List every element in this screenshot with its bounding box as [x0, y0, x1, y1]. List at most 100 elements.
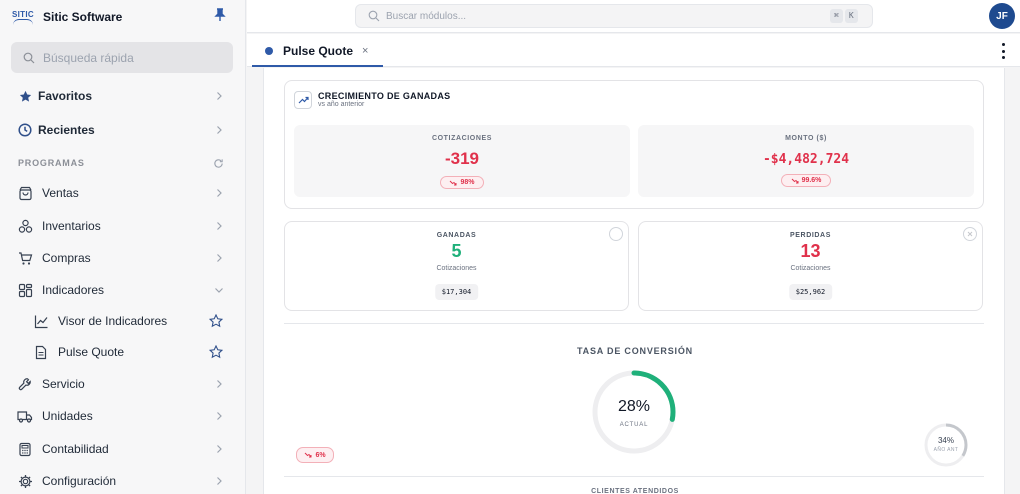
sidebar-item-label: Pulse Quote — [58, 345, 125, 359]
shopping-bag-icon — [17, 185, 33, 201]
gear-icon — [17, 473, 33, 489]
pin-icon[interactable] — [214, 8, 226, 22]
sidebar-item-configuracion[interactable]: Configuración — [0, 468, 246, 494]
sidebar-item-label: Indicadores — [42, 283, 105, 297]
metric-cotizaciones: COTIZACIONES -319 98% — [294, 125, 630, 197]
sidebar-item-inventarios[interactable]: Inventarios — [0, 213, 246, 239]
change-badge: 98% — [440, 176, 484, 189]
truck-icon — [17, 408, 33, 424]
perdidas-label: PERDIDAS — [790, 232, 831, 239]
sidebar-item-ventas[interactable]: Ventas — [0, 180, 246, 206]
chevron-right-icon — [217, 254, 222, 262]
metric-value: -$4,482,724 — [762, 152, 850, 167]
x-circle-icon — [963, 227, 977, 241]
conversion-gauge: 28% ACTUAL — [589, 367, 679, 457]
tab-label: Pulse Quote — [283, 43, 354, 58]
change-value: 98% — [460, 179, 475, 186]
chart-line-icon — [33, 313, 49, 329]
user-avatar[interactable]: JF — [989, 3, 1015, 29]
quick-search-input[interactable]: Búsqueda rápida — [11, 42, 233, 73]
ganadas-amount: $17,304 — [434, 284, 479, 300]
dashboard-content: CRECIMIENTO DE GANADAS vs año anterior C… — [263, 68, 1005, 494]
growth-title: CRECIMIENTO DE GANADAS — [318, 91, 451, 101]
boxes-icon — [17, 218, 33, 234]
keyboard-shortcut: ⌘ K — [830, 9, 858, 23]
active-tab-dot — [265, 46, 273, 55]
sitic-logo-icon: SITIC — [10, 7, 36, 27]
chevron-right-icon — [217, 189, 222, 197]
calculator-icon — [17, 441, 33, 457]
sidebar-item-contabilidad[interactable]: Contabilidad — [0, 436, 246, 462]
perdidas-card: PERDIDAS 13 Cotizaciones $25,962 — [638, 221, 983, 311]
wrench-icon — [17, 376, 33, 392]
tab-pulse-quote[interactable]: Pulse Quote × — [252, 36, 383, 67]
chevron-right-icon — [217, 477, 222, 485]
star-outline-icon[interactable] — [209, 314, 223, 328]
close-icon[interactable]: × — [362, 45, 368, 57]
programs-section-label: PROGRAMAS — [18, 158, 85, 168]
perdidas-sub: Cotizaciones — [790, 265, 831, 272]
document-icon — [33, 344, 49, 360]
more-options-icon[interactable] — [1002, 43, 1006, 59]
sidebar-item-recientes[interactable]: Recientes — [0, 117, 246, 143]
conversion-sub: ACTUAL — [619, 422, 649, 428]
sidebar-item-indicadores[interactable]: Indicadores — [0, 277, 246, 303]
sidebar-item-label: Configuración — [42, 474, 117, 488]
cart-icon — [17, 250, 33, 266]
chevron-right-icon — [217, 222, 222, 230]
tab-bar: Pulse Quote × — [247, 34, 1020, 67]
chevron-right-icon — [217, 92, 222, 100]
conversion-value: 28% — [617, 398, 651, 415]
sidebar-item-label: Compras — [42, 251, 91, 265]
trending-up-icon — [294, 91, 312, 109]
shortcut-key: ⌘ — [830, 9, 843, 23]
refresh-icon[interactable] — [213, 158, 224, 169]
trending-down-icon — [791, 178, 799, 183]
module-search-placeholder: Buscar módulos... — [386, 10, 467, 22]
previous-year-sub: AÑO ANT — [933, 447, 959, 453]
sidebar-item-label: Favoritos — [38, 89, 93, 103]
sidebar-item-label: Contabilidad — [42, 442, 109, 456]
sidebar-item-favoritos[interactable]: Favoritos — [0, 83, 246, 109]
sidebar-item-compras[interactable]: Compras — [0, 245, 246, 271]
module-search-input[interactable]: Buscar módulos... ⌘ K — [355, 4, 873, 28]
dashboard-icon — [17, 282, 33, 298]
sidebar-item-pulse-quote[interactable]: Pulse Quote — [0, 339, 246, 365]
brand[interactable]: SITIC Sitic Software — [10, 6, 122, 28]
chevron-down-icon — [215, 288, 223, 293]
divider — [284, 323, 984, 324]
sidebar-item-servicio[interactable]: Servicio — [0, 371, 246, 397]
sidebar-item-visor-de-indicadores[interactable]: Visor de Indicadores — [0, 308, 246, 334]
clock-icon — [17, 122, 33, 138]
growth-subtitle: vs año anterior — [318, 101, 365, 108]
sidebar-item-label: Visor de Indicadores — [58, 314, 168, 328]
sidebar-item-unidades[interactable]: Unidades — [0, 403, 246, 429]
trending-down-icon — [305, 452, 312, 458]
topbar: Buscar módulos... ⌘ K JF — [247, 0, 1020, 33]
shortcut-key: K — [844, 9, 858, 23]
metric-value: -319 — [444, 149, 480, 168]
star-outline-icon[interactable] — [209, 345, 223, 359]
sidebar-item-label: Inventarios — [42, 219, 101, 233]
search-icon — [368, 10, 380, 22]
growth-card: CRECIMIENTO DE GANADAS vs año anterior C… — [284, 80, 984, 209]
ganadas-card: GANADAS 5 Cotizaciones $17,304 — [284, 221, 629, 311]
chevron-right-icon — [217, 445, 222, 453]
metric-monto: MONTO ($) -$4,482,724 99.6% — [638, 125, 974, 197]
chevron-right-icon — [217, 126, 222, 134]
sidebar: SITIC Sitic Software Búsqueda rápida Fav… — [0, 0, 246, 494]
ganadas-sub: Cotizaciones — [436, 265, 477, 272]
conversion-title: TASA DE CONVERSIÓN — [577, 346, 693, 356]
previous-year-value: 34% — [937, 436, 954, 445]
change-value: 6% — [315, 451, 326, 459]
metric-label: MONTO ($) — [785, 135, 827, 142]
chevron-right-icon — [217, 412, 222, 420]
previous-year-gauge: 34% AÑO ANT — [923, 422, 969, 468]
clientes-atendidos-title: CLIENTES ATENDIDOS — [591, 488, 679, 494]
brand-logo-text: SITIC — [12, 9, 34, 19]
brand-name: Sitic Software — [43, 10, 123, 24]
ganadas-label: GANADAS — [436, 232, 477, 239]
star-icon — [17, 88, 33, 104]
check-circle-icon — [609, 227, 623, 241]
perdidas-amount: $25,962 — [788, 284, 833, 300]
